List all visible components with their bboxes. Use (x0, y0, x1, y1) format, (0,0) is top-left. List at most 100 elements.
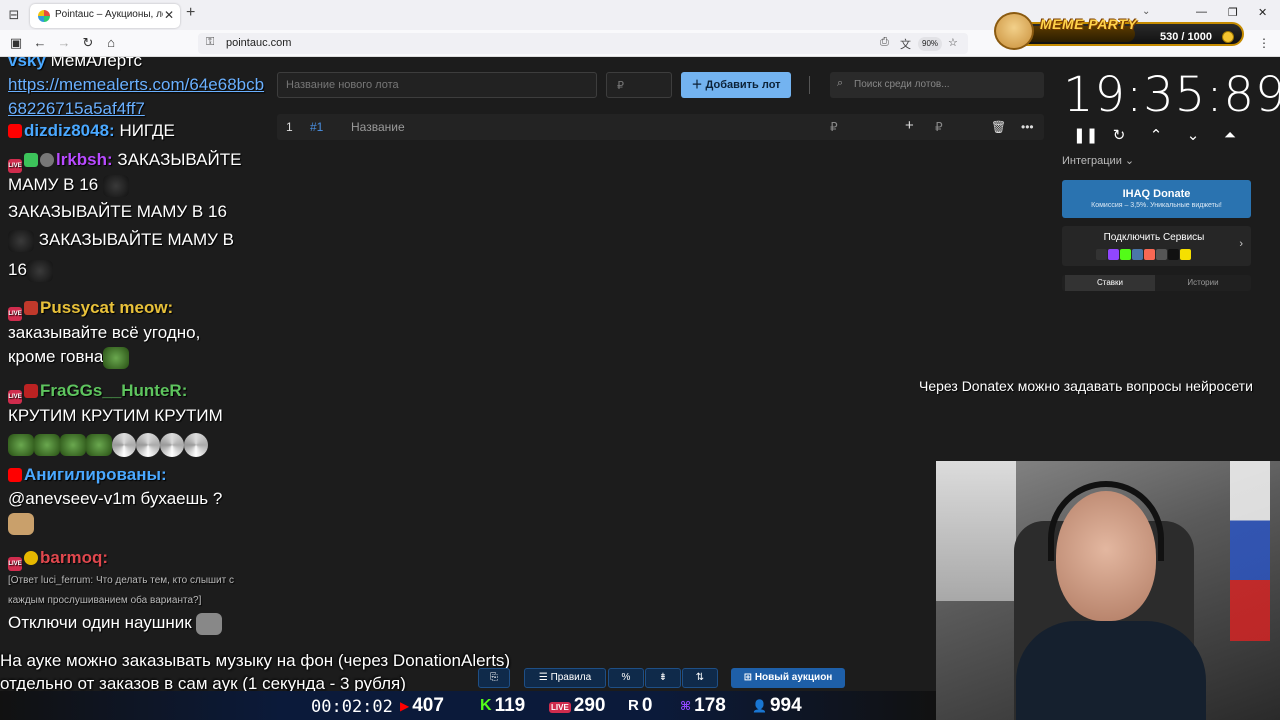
face-emote-icon (196, 612, 223, 635)
auction-timer: 19:35:89 (1063, 67, 1280, 123)
address-bar[interactable]: ⚿ pointauc.com ⎙ 文 90% ☆ (198, 33, 968, 54)
music-line-1: На ауке можно заказывать музыку на фон (… (0, 651, 511, 670)
forward-button[interactable]: → (56, 35, 72, 51)
lot-amount-currency[interactable]: ₽ (830, 120, 838, 134)
music-overlay-text: На ауке можно заказывать музыку на фон (… (0, 649, 510, 695)
chat-reply-quote: [Ответ luci_ferrum: Что делать тем, кто … (8, 575, 234, 606)
tab-list-icon[interactable]: ⊟ (6, 7, 22, 23)
bets-history-tabs: Ставки Истории (1062, 275, 1251, 291)
new-auction-button[interactable]: ⊞ Новый аукцион (731, 668, 845, 688)
chat-message: LIVE barmoq: [Ответ luci_ferrum: Что дела… (8, 546, 270, 635)
reload-button[interactable]: ↻ (80, 35, 96, 51)
bookmark-star-icon[interactable]: ☆ (948, 36, 958, 49)
split-icon[interactable]: ⇟ (645, 668, 681, 688)
donationalerts-icon (1096, 249, 1107, 260)
lot-id: #1 (310, 120, 324, 134)
disc-emote-icon (184, 432, 208, 457)
frog-emote-icon (8, 433, 34, 456)
chat-message: dizdiz8048: НИГДЕ (8, 119, 270, 143)
add-amount-icon[interactable]: + (905, 117, 914, 134)
ihaq-subtitle: Комиссия – 3,5%. Уникальные виджеты! (1091, 202, 1222, 209)
heart-badge-icon (24, 301, 38, 315)
chat-username: barmoq: (40, 548, 108, 567)
save-icon[interactable]: ⎘ (478, 668, 510, 688)
new-lot-name-input[interactable]: Название нового лота (277, 72, 597, 98)
chat-text: КРУТИМ КРУТИМ КРУТИМ (8, 406, 223, 425)
lot-row: 1 #1 Название ₽ + ₽ 🗑 ••• (277, 114, 1044, 140)
url-text: pointauc.com (226, 37, 292, 49)
youtube-viewers: ▶ 407 (400, 695, 444, 716)
rumble-viewers: R0 (628, 695, 653, 716)
devil-badge-icon (24, 384, 38, 398)
search-icon: ⌕ (837, 77, 844, 89)
youtube-badge-icon (8, 468, 22, 482)
cat-emote-icon (26, 259, 53, 282)
lot-name-field[interactable]: Название (351, 120, 405, 134)
back-button[interactable]: ← (32, 35, 48, 51)
live-badge-icon: LIVE (8, 390, 22, 404)
chat-text: ЗАКАЗЫВАЙТЕ МАМУ В 16 (8, 202, 227, 221)
live-badge-icon: LIVE (8, 159, 22, 173)
twitch-viewers: ⌘ 178 (680, 695, 726, 716)
lot-index: 1 (286, 120, 293, 134)
disc-emote-icon (136, 432, 160, 457)
timer-double-icon[interactable]: ⏶ (1221, 127, 1239, 145)
vk-icon (1132, 249, 1143, 260)
pause-icon[interactable]: ❚❚ (1073, 127, 1098, 145)
webcam-feed (936, 461, 1280, 720)
x-icon (1168, 249, 1179, 260)
zoom-level[interactable]: 90% (918, 37, 943, 51)
stream-stats-bar: 00:02:02 ▶ 407 K 119 LIVE 290 R0 ⌘ 178 👤 994 (0, 691, 936, 720)
timer-decrease-icon[interactable]: ⌄ (1184, 127, 1202, 145)
timer-increase-icon[interactable]: ⌃ (1147, 127, 1165, 145)
sidebar-icon[interactable]: ▣ (8, 35, 24, 51)
live-icon: LIVE (549, 702, 571, 713)
sort-icon[interactable]: ⇅ (682, 668, 718, 688)
chat-text: Отключи один наушник (8, 613, 192, 632)
live-badge-icon: LIVE (8, 307, 22, 321)
pointauc-favicon-icon (38, 10, 50, 22)
home-button[interactable]: ⌂ (103, 35, 119, 51)
chat-username: vsky (8, 57, 46, 70)
add-amount-currency[interactable]: ₽ (935, 120, 943, 134)
integrations-dropdown[interactable]: Интеграции ⌄ (1062, 154, 1134, 167)
new-auction-label: Новый аукцион (754, 672, 833, 683)
chat-username: Анигилированы: (24, 465, 167, 484)
donatex-icon (1180, 249, 1191, 260)
new-tab-button[interactable]: + (186, 4, 195, 22)
reset-timer-icon[interactable]: ↻ (1110, 127, 1128, 145)
tab-history[interactable]: Истории (1158, 275, 1248, 291)
connect-services-button[interactable]: Подключить Сервисы › (1062, 226, 1251, 266)
close-tab-icon[interactable]: ✕ (164, 8, 174, 22)
search-lots-input[interactable]: ⌕ Поиск среди лотов... (830, 72, 1044, 98)
grid-icon: ⊞ (743, 672, 753, 683)
chevron-right-icon: › (1239, 238, 1243, 250)
save-page-icon[interactable]: ⎙ (880, 36, 889, 49)
disc-emote-icon (112, 432, 136, 457)
browser-tab[interactable]: Pointauc – Аукционы, лотереи ✕ (30, 4, 180, 28)
delete-lot-icon[interactable]: 🗑 (991, 120, 1006, 134)
chat-link[interactable]: https://memealerts.com/64e68bcb68226715a… (8, 75, 264, 118)
site-info-icon[interactable]: ⚿ (206, 36, 214, 49)
chat-text: 16 (8, 260, 27, 279)
browser-menu-icon[interactable]: ⋮ (1258, 36, 1270, 50)
service-icons (1096, 247, 1192, 265)
meme-party-title: MEME PARTY (1040, 16, 1138, 32)
more-options-icon[interactable]: ••• (1021, 120, 1034, 134)
close-window-button[interactable]: ✕ (1258, 6, 1267, 19)
chat-message: LIVE lrkbsh: ЗАКАЗЫВАЙТЕ МАМУ В 16 ЗАКАЗЫ… (8, 148, 270, 286)
tab-bets[interactable]: Ставки (1065, 275, 1155, 291)
youtube-badge-icon (8, 124, 22, 138)
chat-username: dizdiz8048: (24, 121, 115, 140)
meme-progress-text: 530 / 1000 (1160, 31, 1212, 43)
translate-icon[interactable]: 文 (900, 36, 911, 52)
connect-services-label: Подключить Сервисы (1103, 232, 1205, 243)
add-lot-button[interactable]: ＋ Добавить лот (681, 72, 791, 98)
rumble-icon: R (628, 697, 639, 714)
ihaq-donate-button[interactable]: IHAQ Donate Комиссия – 3,5%. Уникальные … (1062, 180, 1251, 218)
frog-emote-icon (34, 433, 60, 456)
cat-emote-icon (8, 229, 34, 252)
rules-button[interactable]: ☰ Правила (524, 668, 606, 688)
lot-amount-input[interactable]: ₽ (606, 72, 672, 98)
percent-icon[interactable]: % (608, 668, 644, 688)
